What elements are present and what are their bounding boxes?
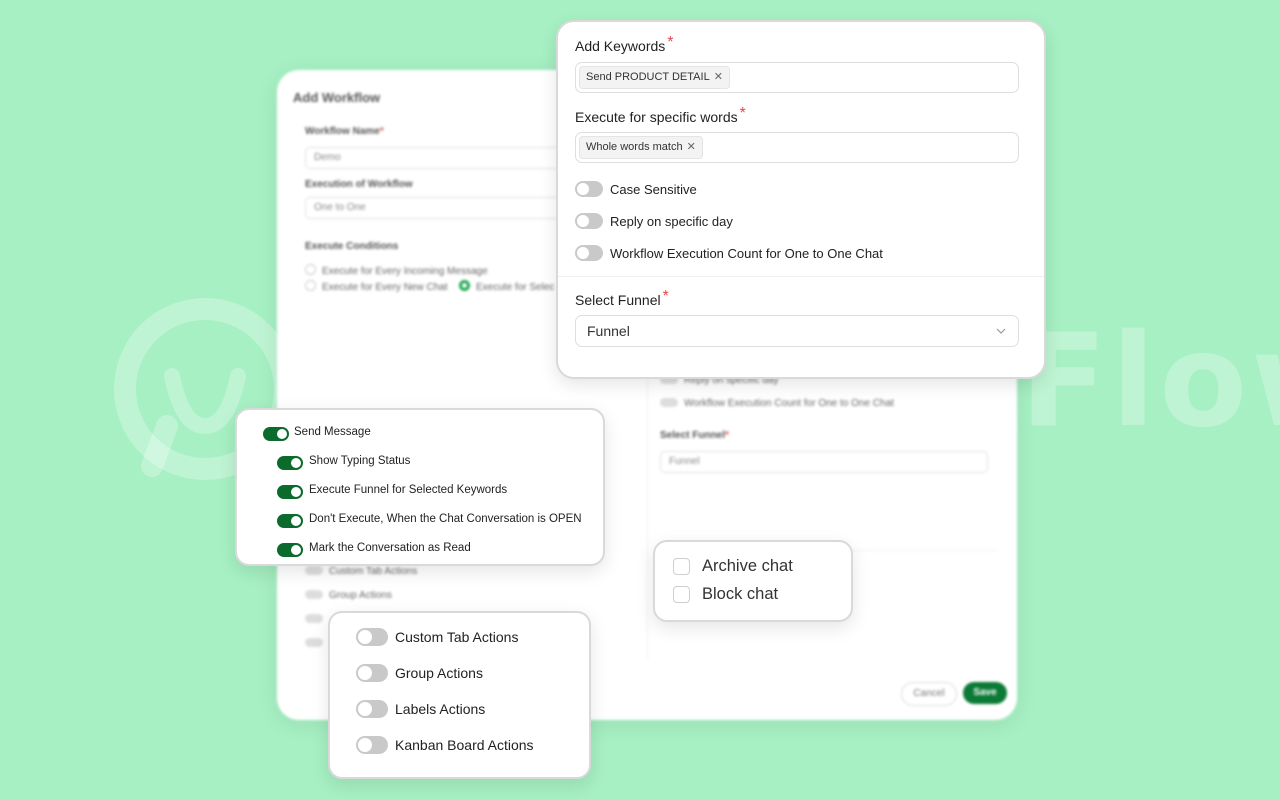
specific-words-label: Execute for specific words * — [575, 105, 746, 125]
cancel-button[interactable]: Cancel — [901, 682, 957, 706]
toggle-label: Show Typing Status — [309, 455, 411, 467]
labels-actions-toggle[interactable]: Labels Actions — [356, 700, 485, 718]
send-message-toggle[interactable] — [263, 427, 289, 441]
specific-words-input[interactable]: Whole words match ✕ — [575, 132, 1019, 163]
condition-option[interactable]: Execute for Every New Chat — [305, 280, 448, 293]
toggle-label: Labels Actions — [395, 701, 486, 717]
divider — [558, 276, 1044, 277]
typing-status-toggle[interactable] — [277, 456, 303, 470]
archive-chat-checkbox-row[interactable]: Archive chat — [673, 557, 793, 576]
bg-toggle-row[interactable]: Workflow Execution Count for One to One … — [660, 398, 894, 409]
reply-specific-day-toggle[interactable]: Reply on specific day — [575, 212, 733, 230]
additional-actions-card: Custom Tab Actions Group Actions Labels … — [328, 611, 591, 779]
bg-toggle-row[interactable] — [305, 614, 329, 625]
chevron-down-icon — [996, 328, 1006, 334]
radio-icon — [305, 280, 316, 291]
custom-tab-actions-toggle[interactable]: Custom Tab Actions — [356, 628, 518, 646]
remove-tag-icon[interactable]: ✕ — [687, 141, 696, 153]
checkbox-label: Block chat — [702, 585, 779, 603]
execute-funnel-toggle[interactable] — [277, 485, 303, 499]
toggle-label: Custom Tab Actions — [395, 629, 519, 645]
required-mark: * — [667, 34, 674, 51]
add-keywords-label: Add Keywords * — [575, 34, 674, 54]
toggle-label: Mark the Conversation as Read — [309, 542, 471, 554]
toggle-switch[interactable] — [356, 628, 388, 646]
radio-selected-icon — [459, 280, 470, 291]
toggle-icon — [305, 566, 323, 575]
bg-select-funnel-label: Select Funnel* — [660, 430, 729, 441]
toggle-switch[interactable] — [356, 736, 388, 754]
toggle-label: Kanban Board Actions — [395, 737, 534, 753]
toggle-label: Don't Execute, When the Chat Conversatio… — [309, 513, 582, 525]
toggle-switch[interactable] — [356, 700, 388, 718]
window-title: Add Workflow — [293, 90, 381, 105]
conditions-label: Execute Conditions — [305, 241, 399, 252]
workflow-name-label: Workflow Name* — [305, 126, 384, 137]
message-actions-card: Send Message Show Typing Status Execute … — [235, 408, 605, 566]
workflow-name-input[interactable]: Demo — [305, 147, 595, 169]
block-chat-checkbox[interactable] — [673, 586, 690, 603]
toggle-label: Send Message — [294, 426, 371, 438]
bg-toggle-row[interactable]: Group Actions — [305, 590, 392, 601]
execution-select[interactable]: One to One — [305, 197, 595, 219]
bg-toggle-row[interactable]: Custom Tab Actions — [305, 566, 417, 577]
divider — [647, 370, 648, 660]
toggle-icon — [305, 638, 323, 647]
specific-words-tag: Whole words match ✕ — [579, 136, 703, 159]
toggle-switch[interactable] — [575, 213, 603, 229]
funnel-select[interactable]: Funnel — [575, 315, 1019, 347]
case-sensitive-toggle[interactable]: Case Sensitive — [575, 180, 697, 198]
keywords-input[interactable]: Send PRODUCT DETAIL ✕ — [575, 62, 1019, 93]
execution-label: Execution of Workflow — [305, 179, 413, 190]
dont-execute-open-toggle[interactable] — [277, 514, 303, 528]
funnel-select-value: Funnel — [587, 323, 630, 339]
condition-option[interactable]: Execute for Selec — [459, 280, 554, 293]
execution-count-toggle[interactable]: Workflow Execution Count for One to One … — [575, 244, 883, 262]
required-mark: * — [739, 105, 746, 122]
save-button[interactable]: Save — [963, 682, 1007, 704]
toggle-icon — [305, 614, 323, 623]
toggle-label: Reply on specific day — [610, 213, 733, 229]
archive-chat-checkbox[interactable] — [673, 558, 690, 575]
keywords-card: Add Keywords * Send PRODUCT DETAIL ✕ Execu… — [556, 20, 1046, 379]
toggle-switch[interactable] — [356, 664, 388, 682]
bg-toggle-row[interactable] — [305, 638, 329, 649]
radio-icon — [305, 264, 316, 275]
toggle-icon — [305, 590, 323, 599]
toggle-label: Group Actions — [395, 665, 483, 681]
condition-option[interactable]: Execute for Every Incoming Message — [305, 264, 488, 277]
toggle-label: Case Sensitive — [610, 181, 697, 197]
checkbox-label: Archive chat — [702, 557, 793, 575]
group-actions-toggle[interactable]: Group Actions — [356, 664, 483, 682]
remove-tag-icon[interactable]: ✕ — [714, 71, 723, 83]
chat-options-card: Archive chat Block chat — [653, 540, 853, 622]
toggle-label: Workflow Execution Count for One to One … — [610, 245, 883, 261]
mark-read-toggle[interactable] — [277, 543, 303, 557]
block-chat-checkbox-row[interactable]: Block chat — [673, 585, 778, 604]
toggle-icon — [660, 398, 678, 407]
kanban-board-actions-toggle[interactable]: Kanban Board Actions — [356, 736, 534, 754]
toggle-switch[interactable] — [575, 181, 603, 197]
select-funnel-label: Select Funnel * — [575, 288, 669, 308]
keyword-tag: Send PRODUCT DETAIL ✕ — [579, 66, 730, 89]
bg-funnel-select[interactable]: Funnel — [660, 451, 988, 473]
toggle-label: Execute Funnel for Selected Keywords — [309, 484, 508, 496]
required-mark: * — [662, 288, 669, 305]
toggle-switch[interactable] — [575, 245, 603, 261]
